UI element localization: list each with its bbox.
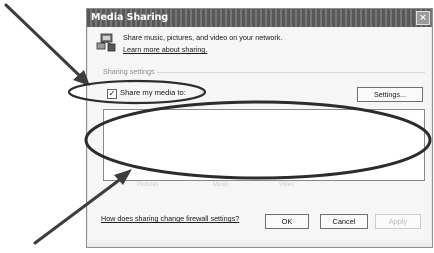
- network-media-icon: [96, 33, 116, 52]
- apply-button[interactable]: Apply: [375, 214, 421, 229]
- media-sharing-dialog: Media Sharing × Share music, pictures, a…: [86, 8, 433, 248]
- share-media-label[interactable]: Share my media to:: [120, 88, 186, 97]
- list-column-headers: Pictures Music Video: [103, 182, 423, 192]
- column-video: Video: [279, 182, 295, 188]
- firewall-help-link[interactable]: How does sharing change firewall setting…: [101, 214, 239, 223]
- column-pictures: Pictures: [137, 182, 159, 188]
- header-description: Share music, pictures, and video on your…: [123, 33, 283, 42]
- close-button[interactable]: ×: [416, 11, 430, 25]
- column-music: Music: [213, 182, 229, 188]
- dialog-bottom-edge: [87, 239, 432, 247]
- title-bar[interactable]: Media Sharing ×: [87, 9, 432, 27]
- settings-button[interactable]: Settings...: [357, 87, 423, 102]
- sharing-settings-label: Sharing settings: [103, 67, 155, 76]
- cancel-button[interactable]: Cancel: [320, 214, 368, 229]
- device-list[interactable]: [103, 109, 425, 181]
- share-media-checkbox[interactable]: ✓: [107, 89, 117, 99]
- ok-button[interactable]: OK: [265, 214, 309, 229]
- dialog-title: Media Sharing: [91, 12, 169, 23]
- section-divider: [157, 72, 425, 73]
- learn-more-link[interactable]: Learn more about sharing.: [123, 45, 207, 54]
